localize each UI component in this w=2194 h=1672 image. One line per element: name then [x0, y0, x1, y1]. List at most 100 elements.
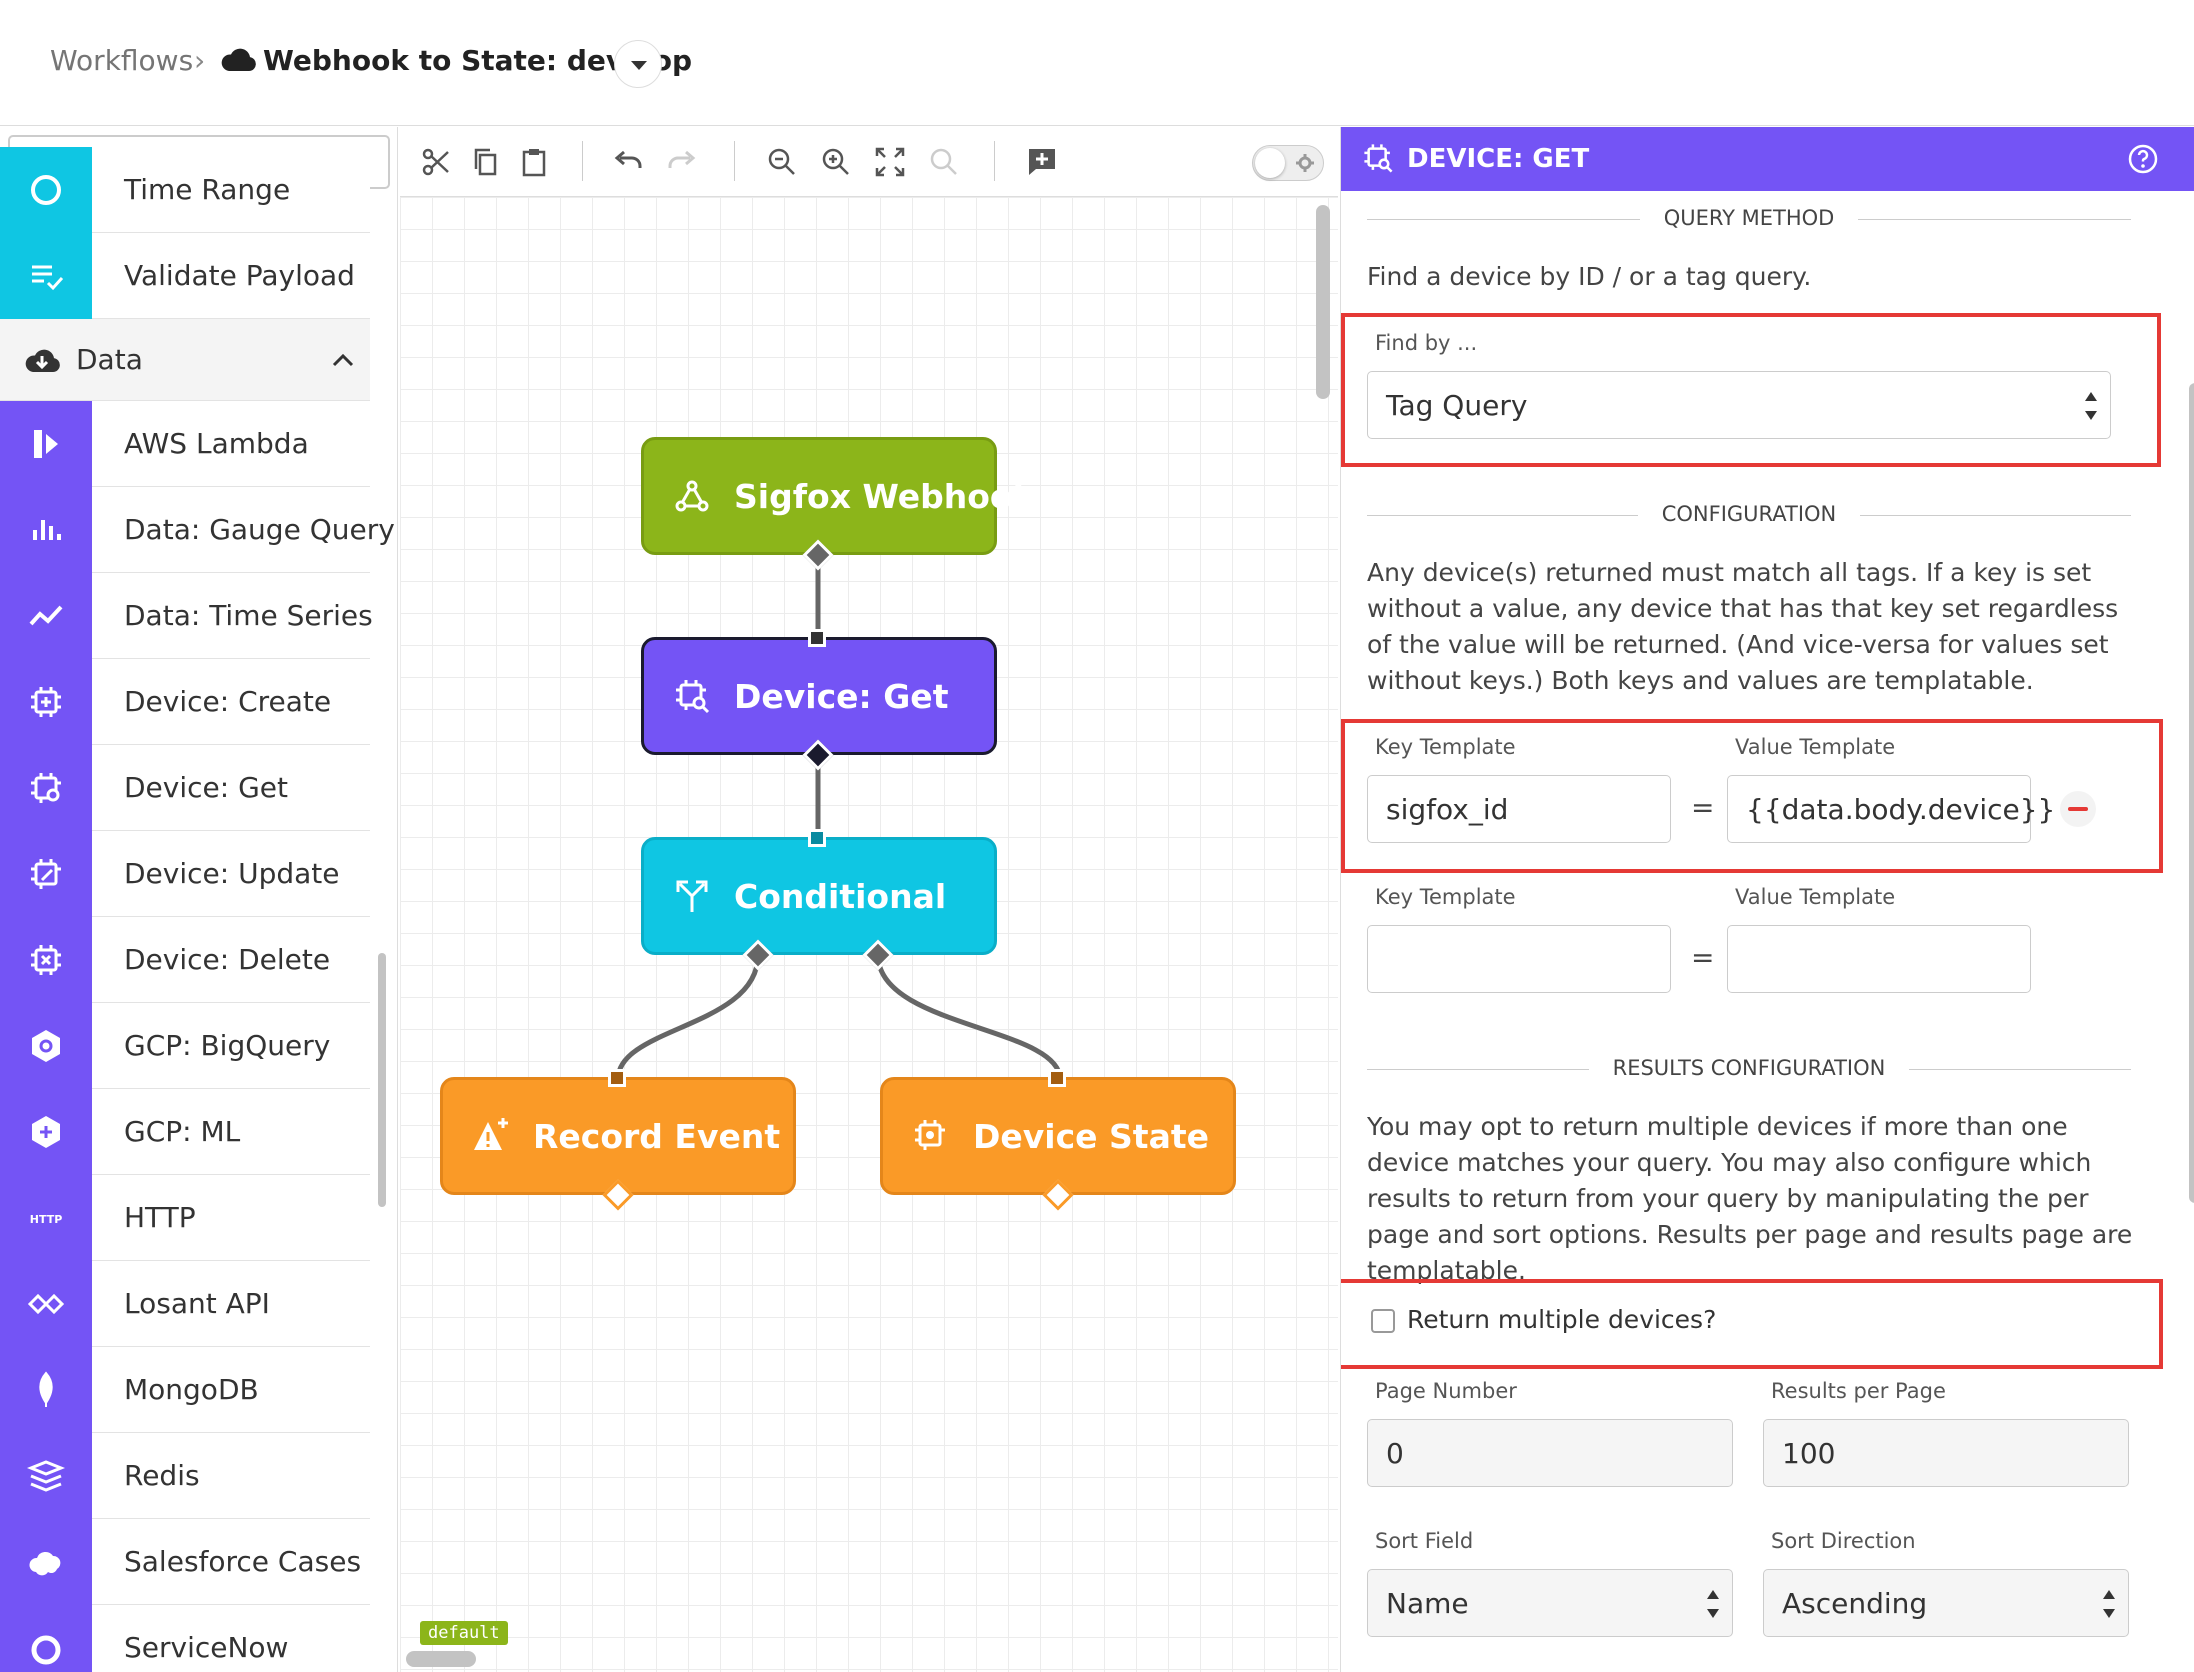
- input-port-device-get[interactable]: [808, 629, 826, 647]
- palette-item-device-get[interactable]: Device: Get: [0, 745, 370, 831]
- node-sigfox-webhook[interactable]: Sigfox Webhook: [641, 437, 1035, 555]
- palette-item-aws-lambda[interactable]: AWS Lambda: [0, 401, 370, 487]
- chip-edit-icon: [0, 831, 92, 917]
- panel-header: DEVICE: GET: [1341, 127, 2194, 191]
- split-arrows-icon: [676, 880, 708, 912]
- workflow-canvas: Sigfox Webhook Device: Get Conditional R…: [400, 127, 1338, 1672]
- chevron-up-icon: [332, 353, 354, 367]
- find-by-select[interactable]: Tag Query: [1367, 371, 2111, 439]
- select-arrows-icon: [1706, 1590, 1720, 1618]
- remove-tag-button[interactable]: [2060, 791, 2096, 827]
- palette-item-data-gauge-query[interactable]: Data: Gauge Query: [0, 487, 395, 573]
- page-number-input[interactable]: 0: [1367, 1419, 1733, 1487]
- validate-list-icon: [0, 233, 92, 319]
- top-bar: Workflows › Webhook to State: develop: [0, 0, 2194, 126]
- servicenow-icon: [0, 1605, 92, 1672]
- http-icon: HTTP: [0, 1175, 92, 1261]
- sort-direction-label: Sort Direction: [1771, 1529, 1916, 1553]
- input-port-conditional[interactable]: [808, 829, 826, 847]
- chip-search-icon: [0, 745, 92, 831]
- aws-lambda-icon: [0, 401, 92, 487]
- node-device-get[interactable]: Device: Get: [641, 637, 997, 755]
- bar-chart-icon: [0, 487, 92, 573]
- chip-state-icon: [915, 1120, 945, 1150]
- palette-item-device-delete[interactable]: Device: Delete: [0, 917, 370, 1003]
- palette-section-data[interactable]: Data: [0, 319, 370, 401]
- palette-item-data-time-series[interactable]: Data: Time Series: [0, 573, 373, 659]
- palette-item-servicenow[interactable]: ServiceNow: [0, 1605, 370, 1672]
- palette-item-gcp-bigquery[interactable]: GCP: BigQuery: [0, 1003, 370, 1089]
- sort-direction-select[interactable]: Ascending: [1763, 1569, 2129, 1637]
- mongodb-leaf-icon: [0, 1347, 92, 1433]
- section-results-configuration: RESULTS CONFIGURATION: [1367, 1054, 2131, 1084]
- return-multiple-label[interactable]: Return multiple devices?: [1407, 1305, 1716, 1334]
- canvas-vertical-scrollbar[interactable]: [1316, 205, 1330, 399]
- gcp-ml-icon: [0, 1089, 92, 1175]
- palette-scrollbar[interactable]: [378, 953, 386, 1207]
- palette-item-redis[interactable]: Redis: [0, 1433, 370, 1519]
- palette-item-device-create[interactable]: Device: Create: [0, 659, 370, 745]
- palette-item-http[interactable]: HTTP HTTP: [0, 1175, 370, 1261]
- key-template-label: Key Template: [1375, 735, 1516, 759]
- results-description: You may opt to return multiple devices i…: [1367, 1112, 2133, 1285]
- edge-conditional-to-record-event: [615, 954, 761, 1080]
- breadcrumb-workflows[interactable]: Workflows: [50, 44, 193, 77]
- node-device-state[interactable]: Device State: [880, 1077, 1236, 1195]
- equals-sign: =: [1691, 791, 1715, 824]
- value-template-input-empty[interactable]: [1727, 925, 2031, 993]
- chip-delete-icon: [0, 917, 92, 1003]
- breadcrumb-separator: ›: [194, 44, 206, 77]
- bigquery-icon: [0, 1003, 92, 1089]
- results-per-page-label: Results per Page: [1771, 1379, 1946, 1403]
- key-template-label: Key Template: [1375, 885, 1516, 909]
- panel-scrollbar[interactable]: [2189, 383, 2194, 1203]
- node-conditional[interactable]: Conditional: [641, 837, 997, 955]
- section-query-method: QUERY METHOD: [1367, 204, 2131, 234]
- key-template-input[interactable]: sigfox_id: [1367, 775, 1671, 843]
- svg-text:HTTP: HTTP: [30, 1213, 63, 1226]
- workflow-version-dropdown[interactable]: [614, 40, 662, 88]
- line-chart-icon: [0, 573, 92, 659]
- canvas-horizontal-scrollbar[interactable]: [406, 1651, 476, 1667]
- palette-item-validate-payload[interactable]: Validate Payload: [0, 233, 370, 319]
- configuration-description: Any device(s) returned must match all ta…: [1367, 558, 2119, 695]
- node-config-panel: DEVICE: GET QUERY METHOD Find a device b…: [1340, 127, 2194, 1672]
- node-palette: Time Range Validate Payload Data AWS Lam…: [0, 127, 398, 1672]
- redis-icon: [0, 1433, 92, 1519]
- clock-icon: [0, 147, 92, 233]
- sort-field-label: Sort Field: [1375, 1529, 1474, 1553]
- webhook-icon: [675, 480, 709, 512]
- help-icon[interactable]: [2127, 143, 2159, 175]
- salesforce-icon: [0, 1519, 92, 1605]
- results-per-page-input[interactable]: 100: [1763, 1419, 2129, 1487]
- cloud-download-icon: [25, 349, 60, 372]
- palette-item-device-update[interactable]: Device: Update: [0, 831, 370, 917]
- section-configuration: CONFIGURATION: [1367, 500, 2131, 530]
- value-template-input[interactable]: {{data.body.device}}: [1727, 775, 2055, 843]
- input-port-device-state[interactable]: [1048, 1069, 1066, 1087]
- chip-plus-icon: [0, 659, 92, 745]
- value-template-label: Value Template: [1735, 885, 1896, 909]
- value-template-label: Value Template: [1735, 735, 1896, 759]
- key-template-input-empty[interactable]: [1367, 925, 1671, 993]
- palette-item-mongodb[interactable]: MongoDB: [0, 1347, 370, 1433]
- losant-icon: [0, 1261, 92, 1347]
- equals-sign: =: [1691, 941, 1715, 974]
- chip-search-icon: [1364, 144, 1393, 173]
- warning-plus-icon: [474, 1118, 508, 1150]
- select-arrows-icon: [2084, 392, 2098, 420]
- panel-title: DEVICE: GET: [1407, 144, 1590, 174]
- palette-item-time-range[interactable]: Time Range: [0, 147, 370, 233]
- workflow-editor: Workflows › Webhook to State: develop Ti…: [0, 0, 2194, 1672]
- palette-item-gcp-ml[interactable]: GCP: ML: [0, 1089, 370, 1175]
- sort-field-select[interactable]: Name: [1367, 1569, 1733, 1637]
- return-multiple-checkbox[interactable]: [1371, 1309, 1395, 1333]
- node-record-event[interactable]: Record Event: [440, 1077, 796, 1195]
- edge-conditional-to-device-state: [875, 954, 1063, 1080]
- input-port-record-event[interactable]: [608, 1069, 626, 1087]
- find-by-label: Find by ...: [1375, 331, 1478, 355]
- query-method-description: Find a device by ID / or a tag query.: [1367, 262, 1812, 291]
- palette-item-losant-api[interactable]: Losant API: [0, 1261, 370, 1347]
- palette-item-salesforce-cases[interactable]: Salesforce Cases: [0, 1519, 370, 1605]
- version-tag: default: [420, 1621, 508, 1645]
